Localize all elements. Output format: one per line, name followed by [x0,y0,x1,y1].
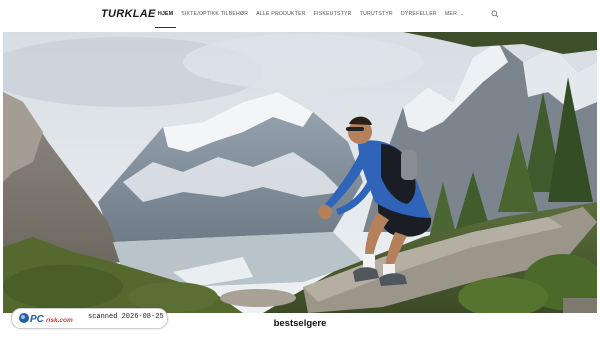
section-title-bestsellers: bestselgere [273,318,327,329]
chevron-down-icon: ⌄ [460,11,465,17]
nav-item-turutstyr[interactable]: TURUTSTYR [360,11,393,17]
nav-item-mer[interactable]: MER ⌄ [445,11,465,17]
nav-item-mer-label: MER [444,11,458,17]
nav-item-fiskeutstyr[interactable]: FISKEUTSTYR [314,11,352,17]
search-icon[interactable] [491,10,499,18]
nav-item-hjem[interactable]: HJEM [154,11,177,28]
nav-item-dyrefeller[interactable]: DYREFELLER [401,11,437,17]
site-logo[interactable]: TURKLAE [101,8,156,20]
site-header: TURKLAE HJEM SIKTE/OPTIKK TILBEHØR ALLE … [0,0,600,32]
hero-image [3,32,597,313]
main-nav: HJEM SIKTE/OPTIKK TILBEHØR ALLE PRODUKTE… [154,11,472,28]
nav-item-alle-produkter[interactable]: ALLE PRODUKTER [256,11,306,17]
nav-item-sikte-optikk[interactable]: SIKTE/OPTIKK TILBEHØR [181,11,248,17]
